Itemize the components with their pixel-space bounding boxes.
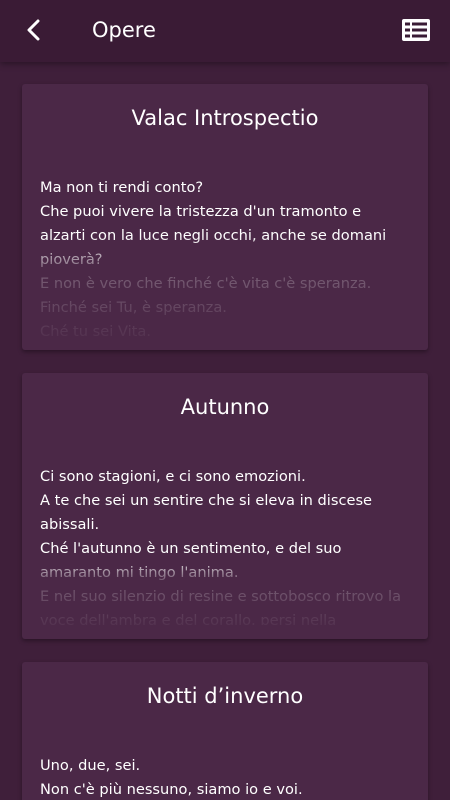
work-title: Valac Introspectio — [131, 106, 319, 130]
works-list[interactable]: Valac Introspectio Ma non ti rendi conto… — [0, 62, 450, 800]
back-button[interactable] — [18, 14, 50, 46]
list-view-icon — [402, 19, 430, 41]
work-excerpt: Ma non ti rendi conto? Che puoi vivere l… — [40, 152, 410, 336]
chevron-left-icon — [27, 19, 40, 41]
list-view-button[interactable] — [400, 14, 432, 46]
work-excerpt: Uno, due, sei. Non c'è più nessuno, siam… — [40, 730, 410, 800]
work-card[interactable]: Autunno Ci sono stagioni, e ci sono emoz… — [22, 373, 428, 639]
work-excerpt-text: Ma non ti rendi conto? Che puoi vivere l… — [40, 179, 387, 336]
work-title: Autunno — [180, 395, 270, 419]
app-bar: Opere — [0, 0, 450, 62]
work-card[interactable]: Valac Introspectio Ma non ti rendi conto… — [22, 84, 428, 350]
work-title: Notti d’inverno — [146, 684, 304, 708]
work-card[interactable]: Notti d’inverno Uno, due, sei. Non c'è p… — [22, 662, 428, 800]
page-title: Opere — [92, 18, 156, 42]
work-excerpt: Ci sono stagioni, e ci sono emozioni. A … — [40, 441, 410, 625]
work-excerpt-text: Ci sono stagioni, e ci sono emozioni. A … — [40, 468, 402, 625]
work-excerpt-text: Uno, due, sei. Non c'è più nessuno, siam… — [40, 757, 303, 798]
